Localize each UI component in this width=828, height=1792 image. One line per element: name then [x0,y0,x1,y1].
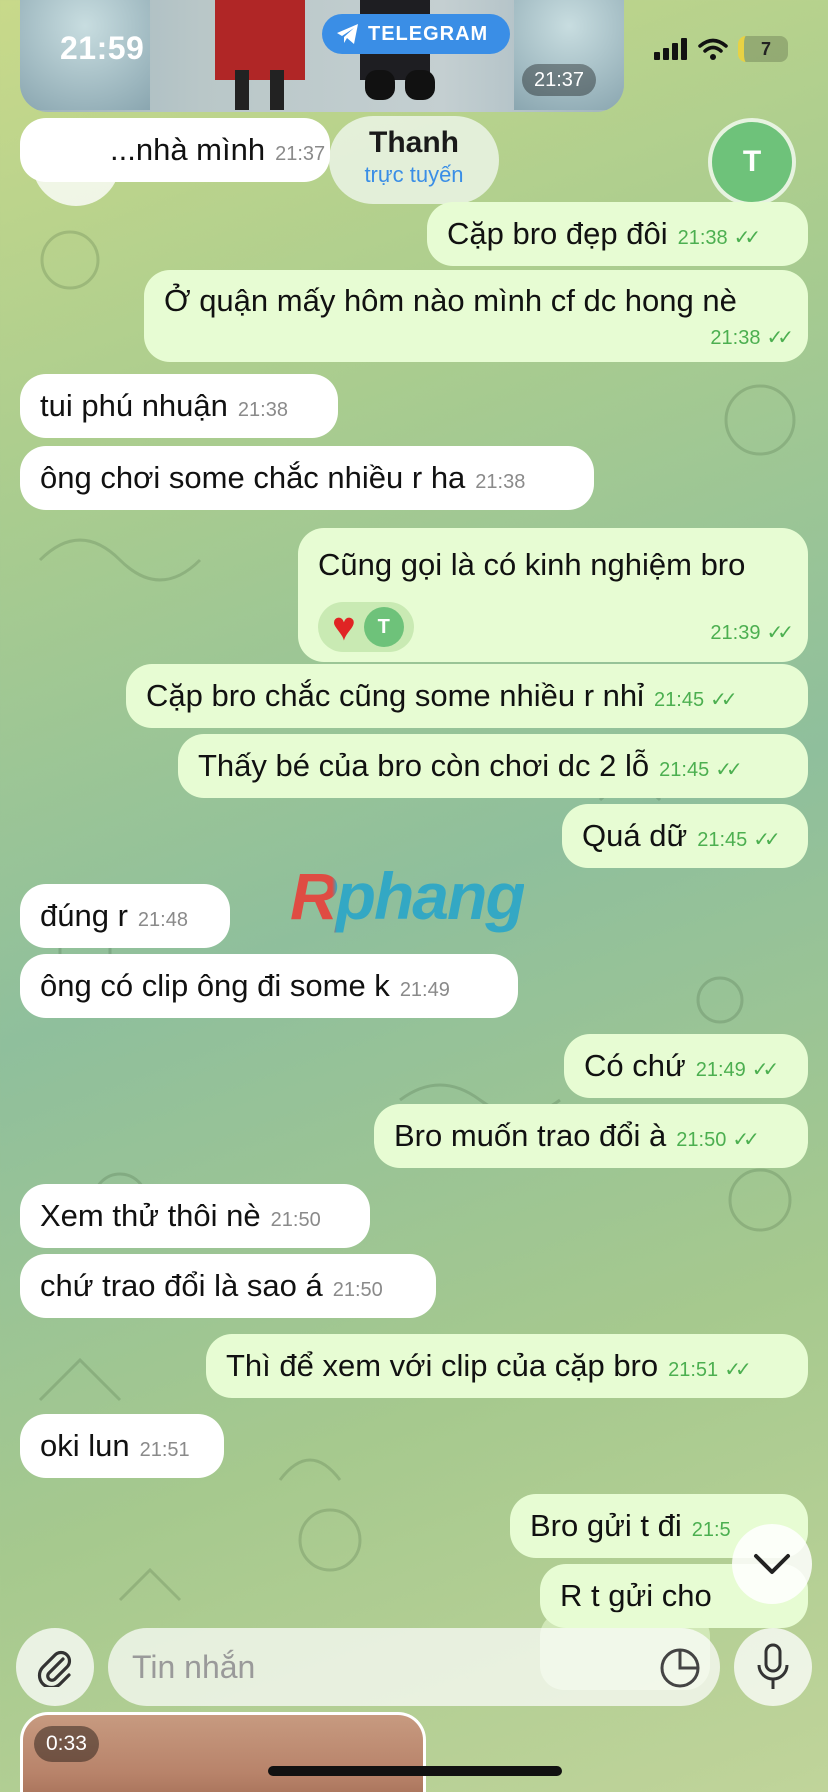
message-text: Ở quận mấy hôm nào mình cf dc hong nè [164,283,737,318]
message-incoming[interactable]: oki lun 21:51 [20,1414,224,1478]
paperclip-icon [37,1650,72,1687]
telegram-app-pill[interactable]: TELEGRAM [322,14,511,54]
message-incoming[interactable]: tui phú nhuận 21:38 [20,374,338,438]
message-time: 21:50 [676,1129,727,1151]
reaction-pill[interactable]: ♥ T [318,602,414,652]
telegram-plane-icon [337,24,358,44]
message-outgoing[interactable]: Cặp bro chắc cũng some nhiều r nhỉ 21:45 ✓… [126,664,808,728]
message-text: Cặp bro đẹp đôi [447,216,668,251]
contact-name: Thanh [369,126,459,159]
message-outgoing[interactable]: Bro muốn trao đổi à 21:50 ✓✓ [374,1104,808,1168]
message-text: oki lun [40,1428,130,1463]
message-incoming[interactable]: ...nhà mình 21:37 [20,118,330,182]
battery-indicator: 7 [738,36,788,62]
home-indicator [268,1766,562,1776]
message-time: 21:49 [399,979,450,1001]
message-time: 21:38 [710,327,761,349]
message-text: tui phú nhuận [40,388,228,423]
read-ticks-icon: ✓✓ [710,689,737,711]
message-time: 21:51 [668,1359,719,1381]
message-outgoing-with-reaction[interactable]: Cũng gọi là có kinh nghiệm bro ♥ T 21:39… [298,528,808,662]
message-text: Bro muốn trao đổi à [394,1118,667,1153]
message-outgoing[interactable]: Ở quận mấy hôm nào mình cf dc hong nè 21… [144,270,808,362]
read-ticks-icon: ✓✓ [724,1359,751,1381]
read-ticks-icon: ✓✓ [733,227,761,249]
sticker-button[interactable] [652,1640,708,1696]
message-outgoing[interactable]: Thì để xem với clip của cặp bro 21:51 ✓✓ [206,1334,808,1398]
video-duration: 0:33 [34,1726,99,1762]
message-text: ông chơi some chắc nhiều r ha [40,460,466,495]
message-time: 21:48 [137,909,188,931]
message-time: 21:38 [237,399,288,421]
message-time: 21:38 [677,227,728,249]
message-time: 21:37 [275,143,326,165]
photo-leg [235,70,249,110]
message-time: 21:50 [270,1209,321,1231]
message-incoming[interactable]: chứ trao đổi là sao á 21:50 [20,1254,436,1318]
read-ticks-icon: ✓✓ [766,622,793,644]
message-text: Xem thử thôi nè [40,1198,261,1233]
message-incoming[interactable]: ông có clip ông đi some k 21:49 [20,954,518,1018]
status-icons: 7 [654,36,788,62]
message-time: 21:5 [691,1519,731,1541]
microphone-icon [757,1643,789,1689]
message-incoming[interactable]: ông chơi some chắc nhiều r ha 21:38 [20,446,594,510]
photo-shoe [405,70,435,100]
contact-status: trực tuyến [364,162,464,187]
reaction-avatar: T [363,607,404,647]
message-outgoing[interactable]: Cặp bro đẹp đôi 21:38 ✓✓ [427,202,808,266]
message-text: Quá dữ [582,818,688,853]
message-time: 21:38 [475,471,526,493]
sticker-icon [660,1648,700,1688]
heart-reaction-icon: ♥ [332,605,356,649]
message-time: 21:45 [654,689,705,711]
message-incoming[interactable]: đúng r 21:48 [20,884,230,948]
message-text: đúng r [40,898,128,933]
message-time: 21:50 [332,1279,383,1301]
message-text: Thì để xem với clip của cặp bro [226,1348,659,1383]
photo-red-robe [215,0,305,80]
message-text: Có chứ [584,1048,686,1083]
message-time: 21:45 [697,829,748,851]
message-time: 21:45 [659,759,710,781]
microphone-button[interactable] [734,1628,812,1706]
message-input[interactable]: Tin nhắn [108,1628,720,1706]
status-time: 21:59 [60,30,145,66]
message-text: Thấy bé của bro còn chơi dc 2 lỗ [198,748,650,783]
contact-avatar[interactable]: T [708,118,796,206]
read-ticks-icon: ✓✓ [732,1129,759,1151]
chat-title[interactable]: Thanh trực tuyến [329,116,499,204]
message-text: ông có clip ông đi some k [40,968,390,1003]
photo-timestamp: 21:37 [522,64,597,96]
message-outgoing[interactable]: Quá dữ 21:45 ✓✓ [562,804,808,868]
wifi-icon [698,38,728,60]
message-time: 21:51 [139,1439,190,1461]
chevron-down-icon [754,1554,790,1574]
read-ticks-icon: ✓✓ [715,759,742,781]
message-text: Bro gửi t đi [530,1508,682,1543]
scroll-to-bottom-button[interactable] [732,1524,812,1604]
message-text: ...nhà mình [110,132,266,167]
message-time: 21:49 [695,1059,746,1081]
read-ticks-icon: ✓✓ [751,1059,779,1081]
read-ticks-icon: ✓✓ [753,829,780,851]
watermark-logo: Rphang [290,859,526,933]
message-incoming[interactable]: Xem thử thôi nè 21:50 [20,1184,370,1248]
message-outgoing[interactable]: Có chứ 21:49 ✓✓ [564,1034,808,1098]
message-text: chứ trao đổi là sao á [40,1268,323,1303]
message-time: 21:39 [710,622,761,644]
photo-shoe [365,70,395,100]
message-text: Cặp bro chắc cũng some nhiều r nhỉ [146,678,645,713]
photo-leg [270,70,284,110]
attach-button[interactable] [16,1628,94,1706]
message-outgoing[interactable]: Thấy bé của bro còn chơi dc 2 lỗ 21:45 ✓✓ [178,734,808,798]
read-ticks-icon: ✓✓ [766,327,793,349]
message-text: Cũng gọi là có kinh nghiệm bro [318,547,746,582]
message-text: R t gửi cho [560,1578,712,1613]
cellular-signal-icon [654,38,687,60]
telegram-pill-label: TELEGRAM [368,22,489,45]
